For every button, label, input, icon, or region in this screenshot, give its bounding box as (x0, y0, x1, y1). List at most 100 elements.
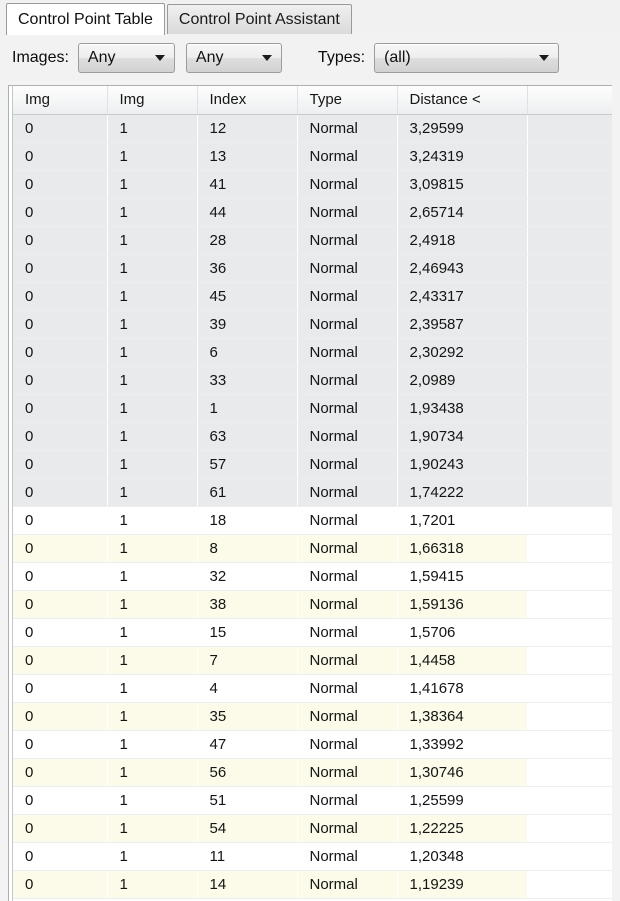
cell-img1: 0 (13, 534, 107, 563)
cell-filler (527, 422, 612, 451)
table-row[interactable]: 0 1 63 Normal 1,90734 (13, 422, 612, 451)
table-row[interactable]: 0 1 11 Normal 1,20348 (13, 842, 612, 871)
table-row[interactable]: 0 1 14 Normal 1,19239 (13, 870, 612, 899)
cell-filler (527, 590, 612, 619)
table-row[interactable]: 0 1 4 Normal 1,41678 (13, 674, 612, 703)
cell-img2: 1 (107, 450, 197, 479)
control-point-panel: Control Point Table Control Point Assist… (0, 0, 620, 901)
cell-distance: 1,90734 (397, 422, 527, 451)
cell-img1: 0 (13, 282, 107, 311)
cell-index: 1 (197, 394, 297, 423)
cell-distance: 1,33992 (397, 730, 527, 759)
table-row[interactable]: 0 1 6 Normal 2,30292 (13, 338, 612, 367)
tab-control-point-assistant[interactable]: Control Point Assistant (166, 4, 352, 34)
cell-index: 44 (197, 198, 297, 227)
images-filter-a-value: Any (87, 48, 116, 66)
cell-img2: 1 (107, 142, 197, 171)
cell-distance: 2,0989 (397, 366, 527, 395)
cell-filler (527, 534, 612, 563)
tab-label: Control Point Table (18, 11, 153, 28)
cell-distance: 1,90243 (397, 450, 527, 479)
images-filter-a-dropdown[interactable]: Any (77, 42, 175, 73)
cell-img1: 0 (13, 562, 107, 591)
table-row[interactable]: 0 1 28 Normal 2,4918 (13, 226, 612, 255)
table-row[interactable]: 0 1 41 Normal 3,09815 (13, 170, 612, 199)
cell-type: Normal (297, 870, 397, 899)
cell-filler (527, 842, 612, 871)
table-row[interactable]: 0 1 44 Normal 2,65714 (13, 198, 612, 227)
tab-label: Control Point Assistant (178, 11, 340, 28)
types-filter-dropdown[interactable]: (all) (374, 42, 560, 73)
table-row[interactable]: 0 1 45 Normal 2,43317 (13, 282, 612, 311)
cell-img2: 1 (107, 870, 197, 899)
table-row[interactable]: 0 1 36 Normal 2,46943 (13, 254, 612, 283)
chevron-down-icon (261, 54, 272, 61)
cell-type: Normal (297, 450, 397, 479)
cell-index: 33 (197, 366, 297, 395)
images-filter-b-value: Any (195, 48, 224, 66)
cell-img1: 0 (13, 758, 107, 787)
cell-type: Normal (297, 366, 397, 395)
table-row[interactable]: 0 1 47 Normal 1,33992 (13, 730, 612, 759)
cell-distance: 1,41678 (397, 674, 527, 703)
cell-distance: 1,20348 (397, 842, 527, 871)
column-header-type[interactable]: Type (297, 86, 398, 115)
tab-control-point-table[interactable]: Control Point Table (6, 3, 165, 35)
table-row[interactable]: 0 1 38 Normal 1,59136 (13, 590, 612, 619)
column-header-img2[interactable]: Img (107, 86, 198, 115)
cell-filler (527, 170, 612, 199)
table-row[interactable]: 0 1 18 Normal 1,7201 (13, 506, 612, 535)
cell-type: Normal (297, 422, 397, 451)
cell-type: Normal (297, 170, 397, 199)
table-row[interactable]: 0 1 54 Normal 1,22225 (13, 814, 612, 843)
column-header-index[interactable]: Index (197, 86, 298, 115)
table-row[interactable]: 0 1 12 Normal 3,29599 (13, 114, 612, 143)
table-row[interactable]: 0 1 7 Normal 1,4458 (13, 646, 612, 675)
cell-img1: 0 (13, 254, 107, 283)
table-row[interactable]: 0 1 56 Normal 1,30746 (13, 758, 612, 787)
table-row[interactable]: 0 1 39 Normal 2,39587 (13, 310, 612, 339)
control-point-table-viewport[interactable]: Img Img Index Type Distance < 0 1 12 Normal… (12, 86, 612, 901)
cell-filler (527, 618, 612, 647)
table-row[interactable]: 0 1 35 Normal 1,38364 (13, 702, 612, 731)
table-row[interactable]: 0 1 13 Normal 3,24319 (13, 142, 612, 171)
cell-distance: 1,93438 (397, 394, 527, 423)
table-row[interactable]: 0 1 1 Normal 1,93438 (13, 394, 612, 423)
cell-img2: 1 (107, 786, 197, 815)
column-header-img1[interactable]: Img (13, 86, 108, 115)
cell-index: 51 (197, 786, 297, 815)
cell-filler (527, 870, 612, 899)
table-row[interactable]: 0 1 51 Normal 1,25599 (13, 786, 612, 815)
cell-img2: 1 (107, 254, 197, 283)
cell-img2: 1 (107, 814, 197, 843)
cell-img1: 0 (13, 310, 107, 339)
cell-index: 61 (197, 478, 297, 507)
cell-filler (527, 702, 612, 731)
table-header: Img Img Index Type Distance < (13, 86, 612, 115)
cell-img1: 0 (13, 506, 107, 535)
cell-index: 32 (197, 562, 297, 591)
table-row[interactable]: 0 1 33 Normal 2,0989 (13, 366, 612, 395)
column-header-distance[interactable]: Distance < (397, 86, 528, 115)
cell-distance: 1,30746 (397, 758, 527, 787)
cell-distance: 1,5706 (397, 618, 527, 647)
table-row[interactable]: 0 1 57 Normal 1,90243 (13, 450, 612, 479)
table-row[interactable]: 0 1 32 Normal 1,59415 (13, 562, 612, 591)
cell-index: 41 (197, 170, 297, 199)
cell-distance: 1,59415 (397, 562, 527, 591)
table-row[interactable]: 0 1 15 Normal 1,5706 (13, 618, 612, 647)
cell-index: 28 (197, 226, 297, 255)
cell-type: Normal (297, 478, 397, 507)
table-row[interactable]: 0 1 61 Normal 1,74222 (13, 478, 612, 507)
cell-img2: 1 (107, 730, 197, 759)
cell-img2: 1 (107, 366, 197, 395)
table-row[interactable]: 0 1 8 Normal 1,66318 (13, 534, 612, 563)
cell-type: Normal (297, 198, 397, 227)
cell-img1: 0 (13, 702, 107, 731)
table-body: 0 1 12 Normal 3,29599 0 1 13 Normal 3,24319 0 1 41 No… (13, 114, 612, 899)
cell-type: Normal (297, 562, 397, 591)
cell-distance: 2,30292 (397, 338, 527, 367)
cell-img1: 0 (13, 450, 107, 479)
cell-img2: 1 (107, 842, 197, 871)
images-filter-b-dropdown[interactable]: Any (185, 42, 282, 73)
